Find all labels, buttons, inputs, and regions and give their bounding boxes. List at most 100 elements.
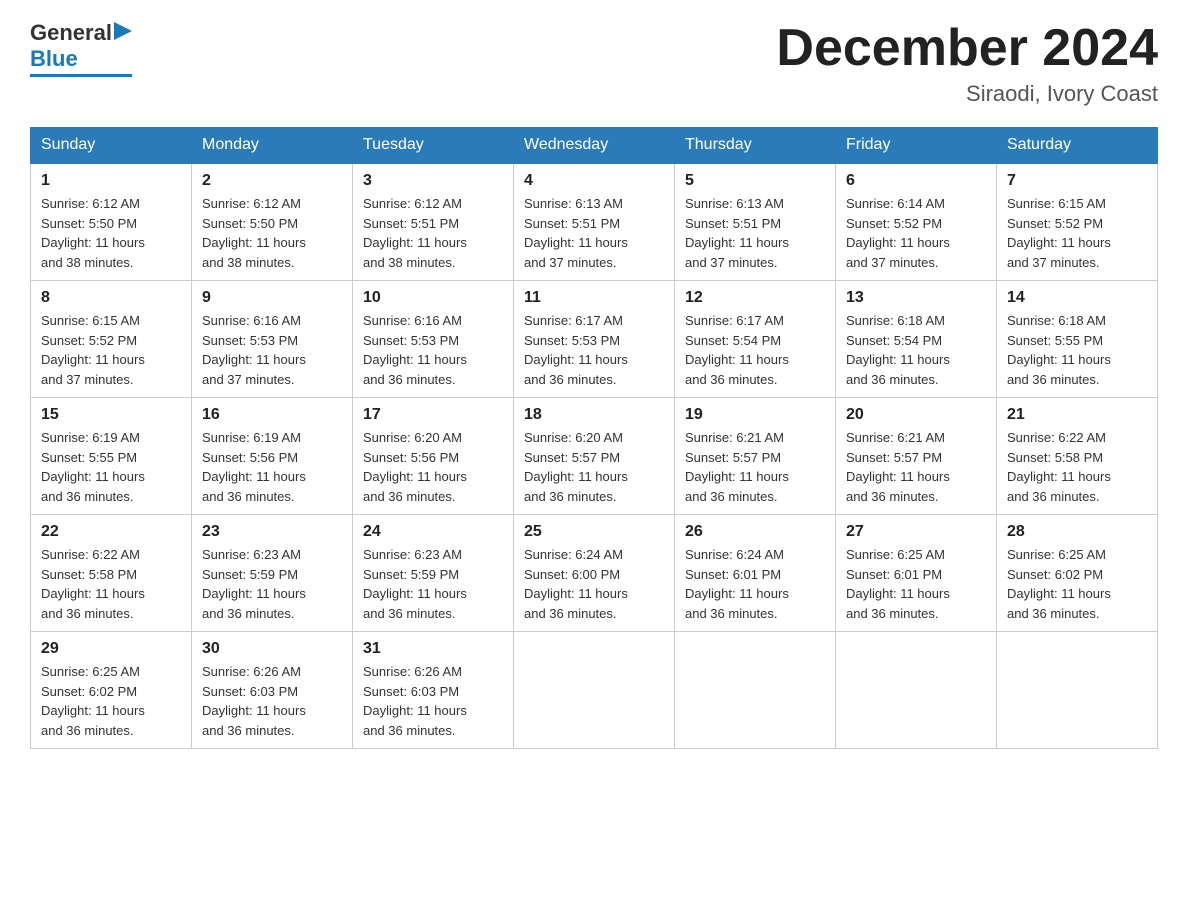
- day-cell: 2 Sunrise: 6:12 AM Sunset: 5:50 PM Daylig…: [192, 163, 353, 281]
- header-row: SundayMondayTuesdayWednesdayThursdayFrid…: [31, 128, 1158, 164]
- month-title: December 2024: [776, 20, 1158, 77]
- day-info: Sunrise: 6:22 AM Sunset: 5:58 PM Dayligh…: [41, 545, 181, 623]
- day-info: Sunrise: 6:15 AM Sunset: 5:52 PM Dayligh…: [41, 311, 181, 389]
- day-info: Sunrise: 6:12 AM Sunset: 5:50 PM Dayligh…: [202, 194, 342, 272]
- location: Siraodi, Ivory Coast: [776, 81, 1158, 107]
- header-wednesday: Wednesday: [514, 128, 675, 164]
- day-number: 21: [1007, 406, 1147, 424]
- day-cell: 30 Sunrise: 6:26 AM Sunset: 6:03 PM Dayli…: [192, 632, 353, 749]
- week-row-1: 1 Sunrise: 6:12 AM Sunset: 5:50 PM Daylig…: [31, 163, 1158, 281]
- calendar-table: SundayMondayTuesdayWednesdayThursdayFrid…: [30, 127, 1158, 749]
- day-info: Sunrise: 6:22 AM Sunset: 5:58 PM Dayligh…: [1007, 428, 1147, 506]
- day-number: 17: [363, 406, 503, 424]
- day-info: Sunrise: 6:12 AM Sunset: 5:50 PM Dayligh…: [41, 194, 181, 272]
- day-number: 12: [685, 289, 825, 307]
- day-cell: 29 Sunrise: 6:25 AM Sunset: 6:02 PM Dayli…: [31, 632, 192, 749]
- header-saturday: Saturday: [997, 128, 1158, 164]
- logo-general: General: [30, 20, 112, 46]
- day-cell: 20Sunrise: 6:21 AM Sunset: 5:57 PM Dayli…: [836, 398, 997, 515]
- page-header: General Blue December 2024 Siraodi, Ivor…: [30, 20, 1158, 107]
- day-cell: 28 Sunrise: 6:25 AM Sunset: 6:02 PM Dayli…: [997, 515, 1158, 632]
- day-cell: 13 Sunrise: 6:18 AM Sunset: 5:54 PM Dayli…: [836, 281, 997, 398]
- day-number: 30: [202, 640, 342, 658]
- day-cell: 21 Sunrise: 6:22 AM Sunset: 5:58 PM Dayli…: [997, 398, 1158, 515]
- day-info: Sunrise: 6:18 AM Sunset: 5:55 PM Dayligh…: [1007, 311, 1147, 389]
- day-number: 11: [524, 289, 664, 307]
- day-number: 22: [41, 523, 181, 541]
- day-number: 26: [685, 523, 825, 541]
- week-row-2: 8 Sunrise: 6:15 AM Sunset: 5:52 PM Daylig…: [31, 281, 1158, 398]
- header-friday: Friday: [836, 128, 997, 164]
- day-cell: 7Sunrise: 6:15 AM Sunset: 5:52 PM Daylig…: [997, 163, 1158, 281]
- header-monday: Monday: [192, 128, 353, 164]
- day-info: Sunrise: 6:25 AM Sunset: 6:02 PM Dayligh…: [41, 662, 181, 740]
- logo-underline: [30, 74, 132, 77]
- title-section: December 2024 Siraodi, Ivory Coast: [776, 20, 1158, 107]
- week-row-5: 29 Sunrise: 6:25 AM Sunset: 6:02 PM Dayli…: [31, 632, 1158, 749]
- day-number: 9: [202, 289, 342, 307]
- day-info: Sunrise: 6:20 AM Sunset: 5:56 PM Dayligh…: [363, 428, 503, 506]
- day-number: 5: [685, 172, 825, 190]
- day-number: 15: [41, 406, 181, 424]
- day-cell: 26 Sunrise: 6:24 AM Sunset: 6:01 PM Dayli…: [675, 515, 836, 632]
- day-info: Sunrise: 6:26 AM Sunset: 6:03 PM Dayligh…: [202, 662, 342, 740]
- day-number: 27: [846, 523, 986, 541]
- day-cell: 22 Sunrise: 6:22 AM Sunset: 5:58 PM Dayli…: [31, 515, 192, 632]
- day-number: 1: [41, 172, 181, 190]
- day-cell: 8 Sunrise: 6:15 AM Sunset: 5:52 PM Daylig…: [31, 281, 192, 398]
- day-info: Sunrise: 6:18 AM Sunset: 5:54 PM Dayligh…: [846, 311, 986, 389]
- logo-triangle-icon: [114, 22, 132, 40]
- day-cell: [514, 632, 675, 749]
- day-cell: 27 Sunrise: 6:25 AM Sunset: 6:01 PM Dayli…: [836, 515, 997, 632]
- day-number: 13: [846, 289, 986, 307]
- day-cell: [675, 632, 836, 749]
- day-cell: 15 Sunrise: 6:19 AM Sunset: 5:55 PM Dayli…: [31, 398, 192, 515]
- week-row-4: 22 Sunrise: 6:22 AM Sunset: 5:58 PM Dayli…: [31, 515, 1158, 632]
- day-number: 29: [41, 640, 181, 658]
- day-info: Sunrise: 6:23 AM Sunset: 5:59 PM Dayligh…: [202, 545, 342, 623]
- day-info: Sunrise: 6:24 AM Sunset: 6:01 PM Dayligh…: [685, 545, 825, 623]
- day-number: 19: [685, 406, 825, 424]
- day-cell: 5Sunrise: 6:13 AM Sunset: 5:51 PM Daylig…: [675, 163, 836, 281]
- day-number: 10: [363, 289, 503, 307]
- day-info: Sunrise: 6:21 AM Sunset: 5:57 PM Dayligh…: [685, 428, 825, 506]
- day-cell: [997, 632, 1158, 749]
- day-info: Sunrise: 6:16 AM Sunset: 5:53 PM Dayligh…: [202, 311, 342, 389]
- day-info: Sunrise: 6:23 AM Sunset: 5:59 PM Dayligh…: [363, 545, 503, 623]
- day-number: 2: [202, 172, 342, 190]
- day-cell: 19 Sunrise: 6:21 AM Sunset: 5:57 PM Dayli…: [675, 398, 836, 515]
- day-cell: 11Sunrise: 6:17 AM Sunset: 5:53 PM Dayli…: [514, 281, 675, 398]
- day-info: Sunrise: 6:17 AM Sunset: 5:54 PM Dayligh…: [685, 311, 825, 389]
- day-cell: 12 Sunrise: 6:17 AM Sunset: 5:54 PM Dayli…: [675, 281, 836, 398]
- day-cell: 25Sunrise: 6:24 AM Sunset: 6:00 PM Dayli…: [514, 515, 675, 632]
- day-info: Sunrise: 6:25 AM Sunset: 6:01 PM Dayligh…: [846, 545, 986, 623]
- day-number: 8: [41, 289, 181, 307]
- day-cell: [836, 632, 997, 749]
- day-number: 4: [524, 172, 664, 190]
- day-info: Sunrise: 6:15 AM Sunset: 5:52 PM Dayligh…: [1007, 194, 1147, 272]
- day-number: 23: [202, 523, 342, 541]
- day-cell: 14 Sunrise: 6:18 AM Sunset: 5:55 PM Dayli…: [997, 281, 1158, 398]
- day-cell: 23 Sunrise: 6:23 AM Sunset: 5:59 PM Dayli…: [192, 515, 353, 632]
- day-info: Sunrise: 6:25 AM Sunset: 6:02 PM Dayligh…: [1007, 545, 1147, 623]
- week-row-3: 15 Sunrise: 6:19 AM Sunset: 5:55 PM Dayli…: [31, 398, 1158, 515]
- day-info: Sunrise: 6:12 AM Sunset: 5:51 PM Dayligh…: [363, 194, 503, 272]
- day-cell: 18Sunrise: 6:20 AM Sunset: 5:57 PM Dayli…: [514, 398, 675, 515]
- day-number: 14: [1007, 289, 1147, 307]
- day-cell: 6Sunrise: 6:14 AM Sunset: 5:52 PM Daylig…: [836, 163, 997, 281]
- day-number: 6: [846, 172, 986, 190]
- day-number: 31: [363, 640, 503, 658]
- day-info: Sunrise: 6:24 AM Sunset: 6:00 PM Dayligh…: [524, 545, 664, 623]
- day-number: 28: [1007, 523, 1147, 541]
- header-tuesday: Tuesday: [353, 128, 514, 164]
- day-info: Sunrise: 6:21 AM Sunset: 5:57 PM Dayligh…: [846, 428, 986, 506]
- day-cell: 3Sunrise: 6:12 AM Sunset: 5:51 PM Daylig…: [353, 163, 514, 281]
- day-info: Sunrise: 6:19 AM Sunset: 5:55 PM Dayligh…: [41, 428, 181, 506]
- day-number: 24: [363, 523, 503, 541]
- day-info: Sunrise: 6:26 AM Sunset: 6:03 PM Dayligh…: [363, 662, 503, 740]
- day-cell: 24 Sunrise: 6:23 AM Sunset: 5:59 PM Dayli…: [353, 515, 514, 632]
- day-cell: 17 Sunrise: 6:20 AM Sunset: 5:56 PM Dayli…: [353, 398, 514, 515]
- day-info: Sunrise: 6:19 AM Sunset: 5:56 PM Dayligh…: [202, 428, 342, 506]
- header-sunday: Sunday: [31, 128, 192, 164]
- day-cell: 9 Sunrise: 6:16 AM Sunset: 5:53 PM Daylig…: [192, 281, 353, 398]
